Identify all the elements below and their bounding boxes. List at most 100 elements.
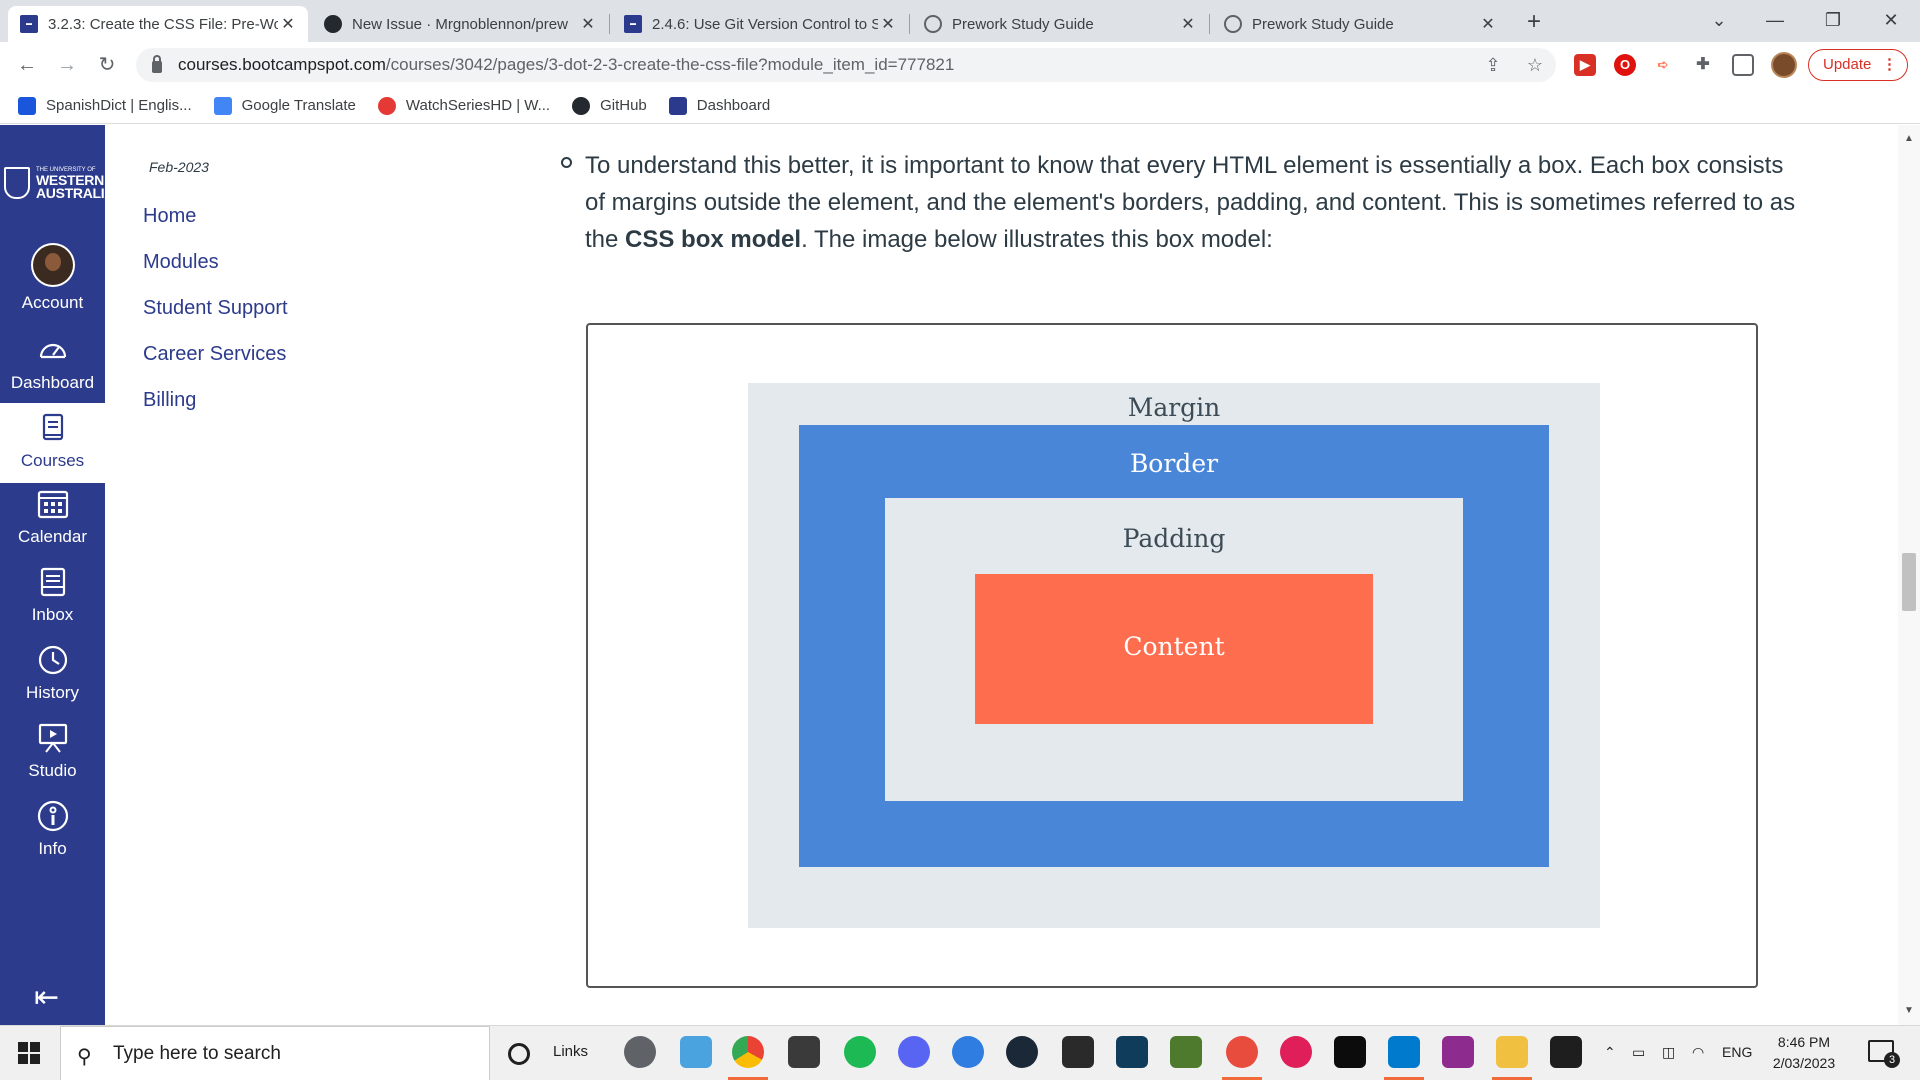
- scroll-up-arrow-icon[interactable]: ▲: [1904, 133, 1914, 144]
- wifi-icon[interactable]: ◠: [1692, 1044, 1704, 1061]
- global-nav-calendar[interactable]: Calendar: [0, 487, 105, 559]
- bookmark-star-icon[interactable]: ☆: [1520, 50, 1550, 80]
- global-nav-courses[interactable]: Courses: [0, 403, 105, 483]
- bookmark-google-translate[interactable]: Google Translate: [213, 96, 356, 115]
- update-button[interactable]: Update ⋮: [1808, 49, 1908, 81]
- back-arrow-icon[interactable]: ←: [12, 50, 42, 80]
- minecraft-icon[interactable]: [1170, 1036, 1202, 1068]
- chrome-icon[interactable]: [728, 1036, 768, 1080]
- course-nav-home[interactable]: Home: [143, 205, 196, 228]
- close-tab-icon[interactable]: ✕: [278, 14, 298, 34]
- links-toolbar[interactable]: Links: [553, 1043, 588, 1060]
- bookmark-label: GitHub: [600, 97, 647, 114]
- history-icon: [38, 645, 67, 675]
- padding-box: Padding Content: [885, 498, 1463, 801]
- browser-tab-active[interactable]: ▬ 3.2.3: Create the CSS File: Pre-Wo ✕: [8, 6, 308, 42]
- course-nav-modules[interactable]: Modules: [143, 251, 219, 274]
- bookmarks-bar: SpanishDict | Englis... Google Translate…: [0, 88, 1920, 124]
- tab-title: New Issue · Mrgnoblennon/prew: [352, 15, 568, 33]
- url-path: /courses/3042/pages/3-dot-2-3-create-the…: [385, 55, 955, 74]
- google-translate-icon: [213, 96, 232, 115]
- notification-badge: 3: [1884, 1052, 1900, 1068]
- reload-icon[interactable]: ↻: [92, 50, 122, 80]
- global-nav-label: Calendar: [18, 527, 87, 546]
- app-icon[interactable]: [952, 1036, 984, 1068]
- taskbar-search-box[interactable]: ⚲ Type here to search: [60, 1026, 490, 1080]
- bookmark-watchserieshd[interactable]: WatchSeriesHD | W...: [377, 96, 550, 115]
- steam-icon[interactable]: [1006, 1036, 1038, 1068]
- new-tab-button[interactable]: +: [1520, 8, 1548, 36]
- course-nav-billing[interactable]: Billing: [143, 389, 196, 412]
- chrome-dev-icon[interactable]: [1222, 1036, 1262, 1080]
- notification-center-icon[interactable]: 3: [1868, 1040, 1900, 1068]
- browser-tab[interactable]: New Issue · Mrgnoblennon/prew ✕: [312, 6, 608, 42]
- global-nav-history[interactable]: History: [0, 643, 105, 715]
- vscode-icon[interactable]: [1384, 1036, 1424, 1080]
- lock-icon[interactable]: [152, 55, 162, 73]
- global-navigation: THE UNIVERSITY OF WESTERN AUSTRALIA Acco…: [0, 125, 114, 1025]
- winrar-icon[interactable]: [1442, 1036, 1474, 1068]
- global-nav-dashboard[interactable]: Dashboard: [0, 333, 105, 405]
- box-model-figure: Margin Border Padding Content: [586, 323, 1758, 988]
- slack-icon[interactable]: [1280, 1036, 1312, 1068]
- restore-button[interactable]: ❐: [1808, 0, 1858, 40]
- forward-arrow-icon[interactable]: →: [52, 50, 82, 80]
- windows-start-button[interactable]: [18, 1042, 40, 1064]
- side-panel-icon[interactable]: [1732, 54, 1754, 76]
- page-scrollbar[interactable]: ▲ ▼: [1898, 125, 1920, 1025]
- close-tab-icon[interactable]: ✕: [1478, 14, 1498, 34]
- minimize-button[interactable]: —: [1750, 0, 1800, 40]
- language-indicator[interactable]: ENG: [1722, 1044, 1752, 1060]
- meet-now-icon[interactable]: ◫: [1662, 1044, 1675, 1061]
- bookmark-github[interactable]: GitHub: [572, 96, 647, 115]
- course-nav-career-services[interactable]: Career Services: [143, 343, 286, 366]
- close-window-button[interactable]: ✕: [1866, 0, 1916, 40]
- taskbar-clock[interactable]: 8:46 PM 2/03/2023: [1764, 1032, 1844, 1074]
- browser-tab[interactable]: Prework Study Guide ✕: [1212, 6, 1508, 42]
- browser-tab[interactable]: ▬ 2.4.6: Use Git Version Control to S ✕: [612, 6, 908, 42]
- battery-icon[interactable]: ▭: [1632, 1044, 1645, 1061]
- bookmark-label: SpanishDict | Englis...: [46, 97, 192, 114]
- course-nav-student-support[interactable]: Student Support: [143, 297, 288, 320]
- adblock-extension-icon[interactable]: O: [1614, 54, 1636, 76]
- close-tab-icon[interactable]: ✕: [1178, 14, 1198, 34]
- global-nav-inbox[interactable]: Inbox: [0, 565, 105, 637]
- profile-avatar[interactable]: [1771, 52, 1797, 78]
- browser-tab[interactable]: Prework Study Guide ✕: [912, 6, 1208, 42]
- close-tab-icon[interactable]: ✕: [878, 14, 898, 34]
- global-nav-account[interactable]: Account: [0, 243, 105, 315]
- terminal-icon[interactable]: [1334, 1036, 1366, 1068]
- tray-overflow-chevron-icon[interactable]: ⌃: [1604, 1044, 1616, 1061]
- windows-taskbar: ⚲ Type here to search Links ⌃ ▭ ◫ ◠ ENG …: [0, 1025, 1920, 1080]
- page-content: To understand this better, it is importa…: [535, 125, 1895, 1025]
- file-explorer-icon[interactable]: [1492, 1036, 1532, 1080]
- close-tab-icon[interactable]: ✕: [578, 14, 598, 34]
- game-icon[interactable]: [1062, 1036, 1094, 1068]
- league-icon[interactable]: [1116, 1036, 1148, 1068]
- puzzle-extensions-icon[interactable]: ✚: [1692, 54, 1714, 76]
- uwa-logo[interactable]: THE UNIVERSITY OF WESTERN AUSTRALIA: [4, 165, 114, 205]
- bookmark-spanishdict[interactable]: SpanishDict | Englis...: [18, 96, 192, 115]
- global-nav-info[interactable]: Info: [0, 799, 105, 871]
- scroll-down-arrow-icon[interactable]: ▼: [1904, 1005, 1914, 1016]
- tab-search-chevron-icon[interactable]: ⌄: [1694, 0, 1744, 40]
- extension-icon[interactable]: ▶: [1574, 54, 1596, 76]
- settings-gear-icon[interactable]: [624, 1036, 656, 1068]
- global-nav-studio[interactable]: Studio: [0, 721, 105, 793]
- scrollbar-thumb[interactable]: [1902, 553, 1916, 611]
- desktop-app-icon[interactable]: [680, 1036, 712, 1068]
- info-icon: [37, 800, 68, 832]
- cortana-icon[interactable]: [508, 1043, 530, 1065]
- discord-icon[interactable]: [898, 1036, 930, 1068]
- address-bar[interactable]: courses.bootcampspot.com/courses/3042/pa…: [136, 48, 1556, 82]
- mail-icon[interactable]: [788, 1036, 820, 1068]
- share-icon[interactable]: ⇪: [1478, 50, 1508, 80]
- bookmark-dashboard[interactable]: Dashboard: [668, 96, 770, 115]
- extension-icon[interactable]: ➪: [1652, 54, 1674, 76]
- spotify-icon[interactable]: [844, 1036, 876, 1068]
- dashboard-icon: [39, 343, 66, 359]
- collapse-nav-icon[interactable]: ⇤: [34, 980, 59, 1015]
- photos-icon[interactable]: [1550, 1036, 1582, 1068]
- kebab-menu-icon[interactable]: ⋮: [1882, 50, 1897, 80]
- canvas-favicon-icon: [668, 96, 687, 115]
